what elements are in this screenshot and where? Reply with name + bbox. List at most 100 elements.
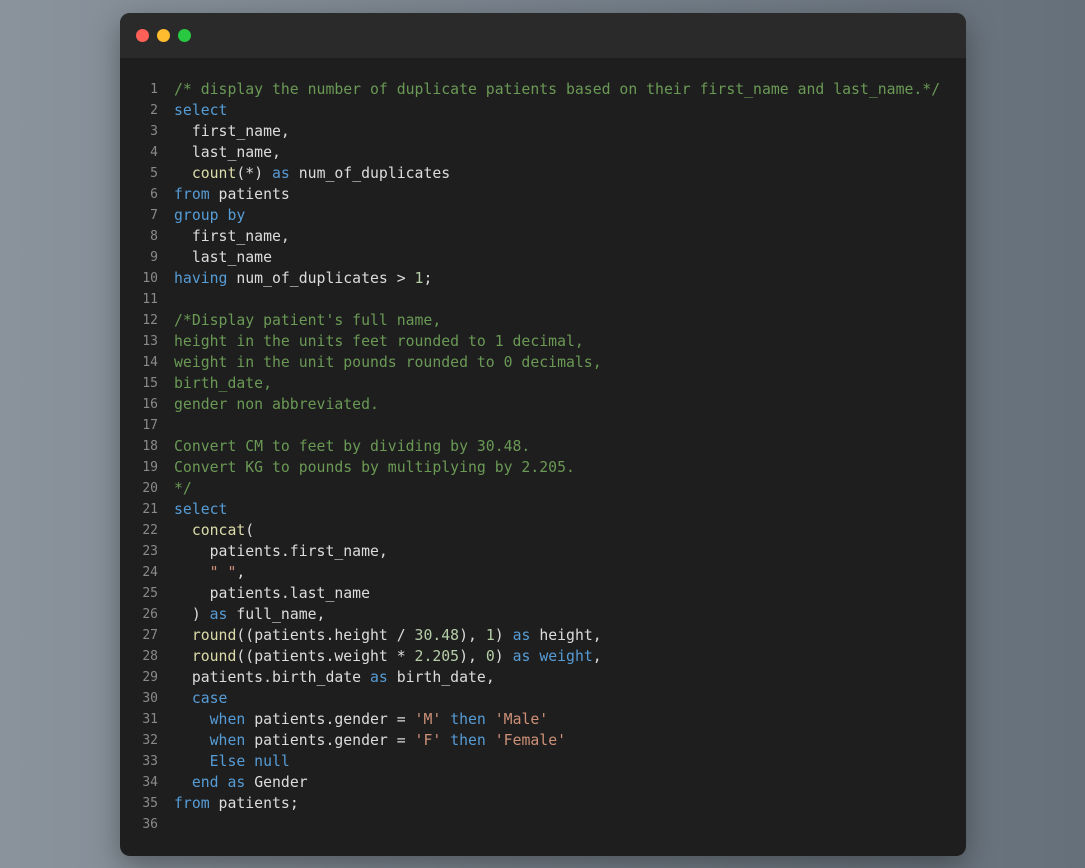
code-token: patients.birth_date	[174, 669, 370, 686]
code-token: 'M'	[414, 711, 442, 728]
code-text: when patients.gender = 'M' then 'Male'	[174, 709, 549, 730]
code-token: patients	[209, 186, 290, 203]
code-text: round((patients.height / 30.48), 1) as h…	[174, 625, 602, 646]
code-token: as	[272, 165, 290, 182]
code-token: from	[174, 795, 210, 812]
line-number: 30	[142, 691, 158, 706]
code-token: first_name,	[174, 228, 290, 245]
code-text: round((patients.weight * 2.205), 0) as w…	[174, 646, 602, 667]
code-token: ,	[592, 648, 602, 665]
close-button[interactable]	[136, 29, 149, 42]
line-number: 32	[142, 733, 158, 748]
code-text: Convert CM to feet by dividing by 30.48.	[174, 436, 530, 457]
code-text: gender non abbreviated.	[174, 394, 379, 415]
code-line: 30 case	[120, 688, 966, 709]
code-window: 1 /* display the number of duplicate pati…	[120, 13, 966, 856]
code-line: 16 gender non abbreviated.	[120, 394, 966, 415]
code-text: having num_of_duplicates > 1;	[174, 268, 432, 289]
code-token: Convert KG to pounds by multiplying by 2…	[174, 459, 575, 476]
line-number: 13	[142, 334, 158, 349]
minimize-button[interactable]	[157, 29, 170, 42]
code-text: select	[174, 499, 227, 520]
code-token: as	[512, 627, 531, 644]
code-line: 32 when patients.gender = 'F' then 'Fema…	[120, 730, 966, 751]
line-number: 5	[150, 166, 158, 181]
code-token: patients.first_name,	[174, 543, 388, 560]
code-line: 36	[120, 814, 966, 835]
code-line: 4 last_name,	[120, 142, 966, 163]
code-line: 22 concat(	[120, 520, 966, 541]
code-text: first_name,	[174, 121, 290, 142]
code-line: 35 from patients;	[120, 793, 966, 814]
code-token: patients.gender =	[245, 711, 415, 728]
line-number: 6	[150, 187, 158, 202]
code-token: ),	[459, 648, 486, 665]
code-token: (*)	[236, 165, 273, 182]
line-number: 36	[142, 817, 158, 832]
code-line: 31 when patients.gender = 'M' then 'Male…	[120, 709, 966, 730]
line-number: 34	[142, 775, 158, 790]
line-number: 15	[142, 376, 158, 391]
code-token: )	[174, 606, 210, 623]
code-token: patients.last_name	[174, 585, 370, 602]
line-number: 18	[142, 439, 158, 454]
line-number: 29	[142, 670, 158, 685]
code-token: 2.205	[414, 648, 460, 665]
code-token: Convert CM to feet by dividing by 30.48.	[174, 438, 531, 455]
code-token: from	[174, 186, 210, 203]
code-editor[interactable]: 1 /* display the number of duplicate pati…	[120, 79, 966, 835]
code-token: select	[174, 501, 228, 518]
code-line: 23 patients.first_name,	[120, 541, 966, 562]
code-line: 1 /* display the number of duplicate pati…	[120, 79, 966, 100]
code-token: )	[494, 627, 513, 644]
code-line: 28 round((patients.weight * 2.205), 0) a…	[120, 646, 966, 667]
code-token: round	[191, 648, 237, 665]
code-token: Else null	[209, 753, 290, 770]
code-line: 9 last_name	[120, 247, 966, 268]
maximize-button[interactable]	[178, 29, 191, 42]
code-line: 18 Convert CM to feet by dividing by 30.4…	[120, 436, 966, 457]
code-token: having	[174, 270, 228, 287]
line-number: 1	[150, 82, 158, 97]
code-token: when	[209, 732, 246, 749]
code-token: height in the units feet rounded to 1 de…	[174, 333, 584, 350]
code-token: (	[245, 522, 255, 539]
code-token: last_name	[174, 249, 272, 266]
code-text: first_name,	[174, 226, 290, 247]
code-token: ((patients.weight *	[236, 648, 415, 665]
code-text: last_name	[174, 247, 272, 268]
code-token: ),	[459, 627, 486, 644]
line-number: 23	[142, 544, 158, 559]
code-line: 7 group by	[120, 205, 966, 226]
code-token: weight in the unit pounds rounded to 0 d…	[174, 354, 602, 371]
code-line: 24 " ",	[120, 562, 966, 583]
code-text: " ",	[174, 562, 246, 583]
line-number: 28	[142, 649, 158, 664]
line-number: 31	[142, 712, 158, 727]
code-token: end as	[191, 774, 246, 791]
code-token: as	[209, 606, 228, 623]
code-text: ) as full_name,	[174, 604, 326, 625]
code-token: as	[370, 669, 388, 686]
code-token: then	[450, 732, 486, 749]
code-text: patients.birth_date as birth_date,	[174, 667, 495, 688]
line-number: 24	[142, 565, 158, 580]
code-text: when patients.gender = 'F' then 'Female'	[174, 730, 566, 751]
code-token: 1	[485, 627, 495, 644]
code-line: 12 /*Display patient's full name,	[120, 310, 966, 331]
code-line: 19 Convert KG to pounds by multiplying by…	[120, 457, 966, 478]
code-token: Gender	[245, 774, 308, 791]
line-number: 33	[142, 754, 158, 769]
code-text: Convert KG to pounds by multiplying by 2…	[174, 457, 575, 478]
code-token: concat	[191, 522, 246, 539]
code-token: /*Display patient's full name,	[174, 312, 442, 329]
code-text: patients.last_name	[174, 583, 370, 604]
code-text: /* display the number of duplicate patie…	[174, 79, 940, 100]
code-line: 8 first_name,	[120, 226, 966, 247]
